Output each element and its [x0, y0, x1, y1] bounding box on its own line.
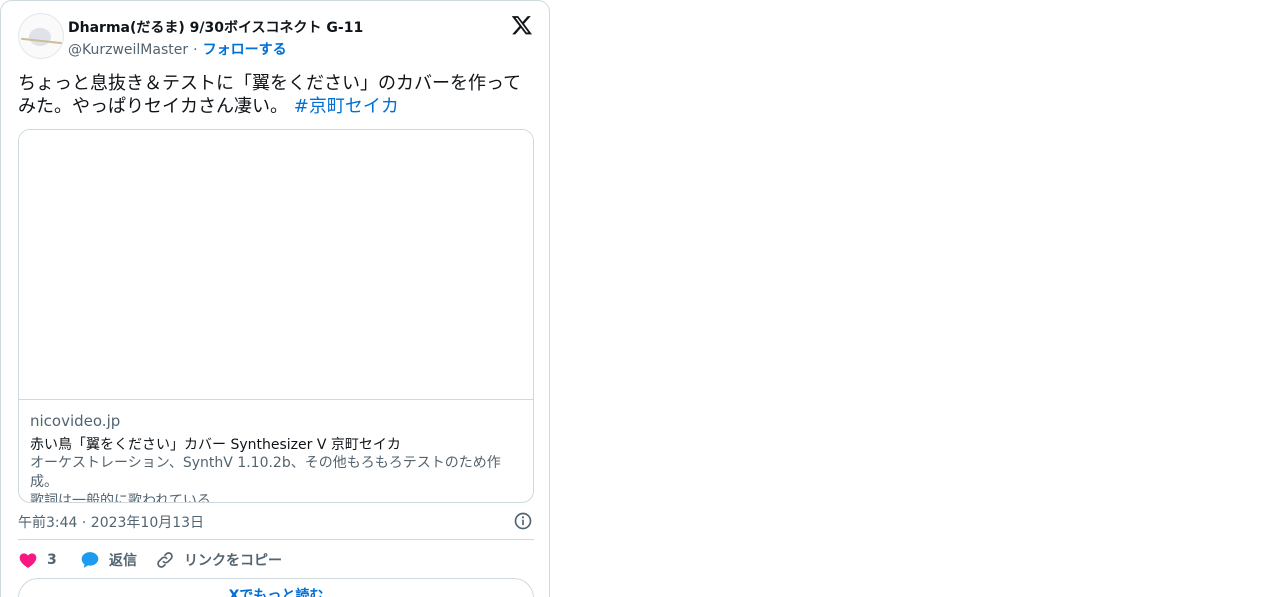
like-button[interactable]: 3 — [18, 549, 57, 571]
tweet-text: ちょっと息抜き＆テストに「翼をください」のカバーを作ってみた。やっぱりセイカさん… — [18, 72, 536, 118]
copy-link-button[interactable]: リンクをコピー — [155, 549, 282, 571]
reply-label: 返信 — [109, 553, 137, 569]
link-preview-description: オーケストレーション、SynthV 1.10.2b、その他もろもろテストのため作… — [30, 455, 501, 503]
info-icon[interactable] — [513, 511, 533, 531]
link-preview-thumbnail — [19, 130, 533, 400]
hashtag-link[interactable]: #京町セイカ — [294, 96, 399, 117]
handle-row: @KurzweilMaster · フォローする — [68, 39, 287, 59]
tweet-timestamp[interactable]: 午前3:44 · 2023年10月13日 — [18, 512, 204, 532]
separator-dot: · — [193, 42, 198, 58]
read-more-button[interactable]: Xでもっと読む — [18, 578, 534, 597]
link-preview-title: 赤い鳥「翼をください」カバー Synthesizer V 京町セイカ — [30, 437, 401, 453]
heart-icon — [19, 553, 37, 568]
speech-bubble-icon — [81, 552, 99, 568]
avatar[interactable] — [18, 13, 64, 59]
follow-link[interactable]: フォローする — [203, 42, 287, 58]
x-logo-icon[interactable] — [511, 14, 533, 36]
reply-button[interactable]: 返信 — [80, 549, 137, 571]
link-preview-card[interactable]: nicovideo.jp 赤い鳥「翼をください」カバー Synthesizer … — [18, 129, 534, 503]
copy-link-label: リンクをコピー — [184, 553, 282, 569]
embedded-tweet-card: Dharma(だるま) 9/30ボイスコネクト G-11 @KurzweilMa… — [0, 0, 550, 597]
link-preview-domain: nicovideo.jp — [30, 412, 121, 430]
user-handle[interactable]: @KurzweilMaster — [68, 42, 188, 58]
tweet-header: Dharma(だるま) 9/30ボイスコネクト G-11 @KurzweilMa… — [18, 13, 534, 61]
tweet-body: ちょっと息抜き＆テストに「翼をください」のカバーを作ってみた。やっぱりセイカさん… — [18, 73, 522, 117]
link-icon — [157, 552, 173, 568]
action-bar: 3 返信 リンクをコピー — [18, 549, 534, 571]
display-name[interactable]: Dharma(だるま) 9/30ボイスコネクト G-11 — [68, 17, 363, 37]
divider — [18, 539, 534, 540]
like-count: 3 — [47, 552, 57, 568]
